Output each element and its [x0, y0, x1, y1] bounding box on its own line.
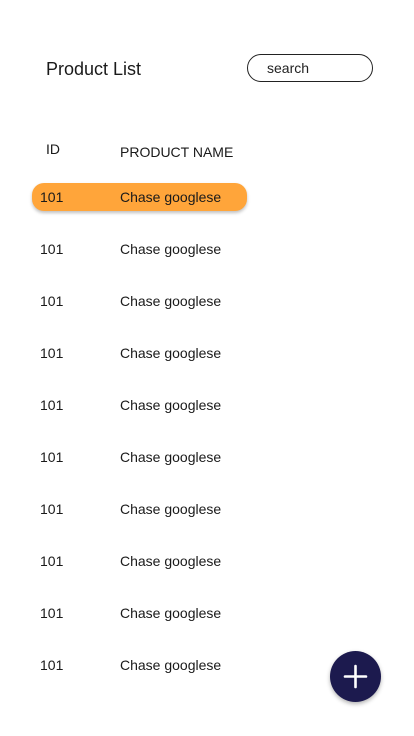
row-product-name: Chase googlese	[120, 501, 222, 517]
page-title: Product List	[46, 59, 142, 79]
row-id: 101	[40, 553, 64, 569]
row-product-name: Chase googlese	[120, 449, 222, 465]
row-product-name: Chase googlese	[120, 553, 222, 569]
table-row[interactable]: 101 Chase googlese	[0, 443, 414, 471]
row-id: 101	[40, 345, 64, 361]
row-id: 101	[40, 189, 64, 205]
row-product-name: Chase googlese	[120, 605, 222, 621]
row-id: 101	[40, 449, 64, 465]
search-input[interactable]	[247, 54, 373, 82]
row-product-name: Chase googlese	[120, 241, 222, 257]
table-row[interactable]: 101 Chase googlese	[0, 235, 414, 263]
table-row[interactable]: 101 Chase googlese	[0, 391, 414, 419]
row-product-name: Chase googlese	[120, 657, 222, 673]
table-row[interactable]: 101 Chase googlese	[0, 495, 414, 523]
plus-icon	[343, 664, 368, 689]
table-row[interactable]: 101 Chase googlese	[0, 547, 414, 575]
table-row[interactable]: 101 Chase googlese	[0, 287, 414, 315]
table-row[interactable]: 101 Chase googlese	[0, 183, 414, 211]
row-product-name: Chase googlese	[120, 189, 222, 205]
row-id: 101	[40, 241, 64, 257]
row-product-name: Chase googlese	[120, 293, 222, 309]
table-row[interactable]: 101 Chase googlese	[0, 339, 414, 367]
row-id: 101	[40, 501, 64, 517]
column-header-product-name: PRODUCT NAME	[120, 144, 234, 160]
column-header-id: ID	[46, 141, 60, 157]
row-product-name: Chase googlese	[120, 397, 222, 413]
row-product-name: Chase googlese	[120, 345, 222, 361]
product-list: 101 Chase googlese 101 Chase googlese 10…	[0, 183, 414, 703]
add-product-button[interactable]	[330, 651, 381, 702]
table-row[interactable]: 101 Chase googlese	[0, 599, 414, 627]
row-id: 101	[40, 657, 64, 673]
row-id: 101	[40, 293, 64, 309]
row-id: 101	[40, 605, 64, 621]
row-id: 101	[40, 397, 64, 413]
